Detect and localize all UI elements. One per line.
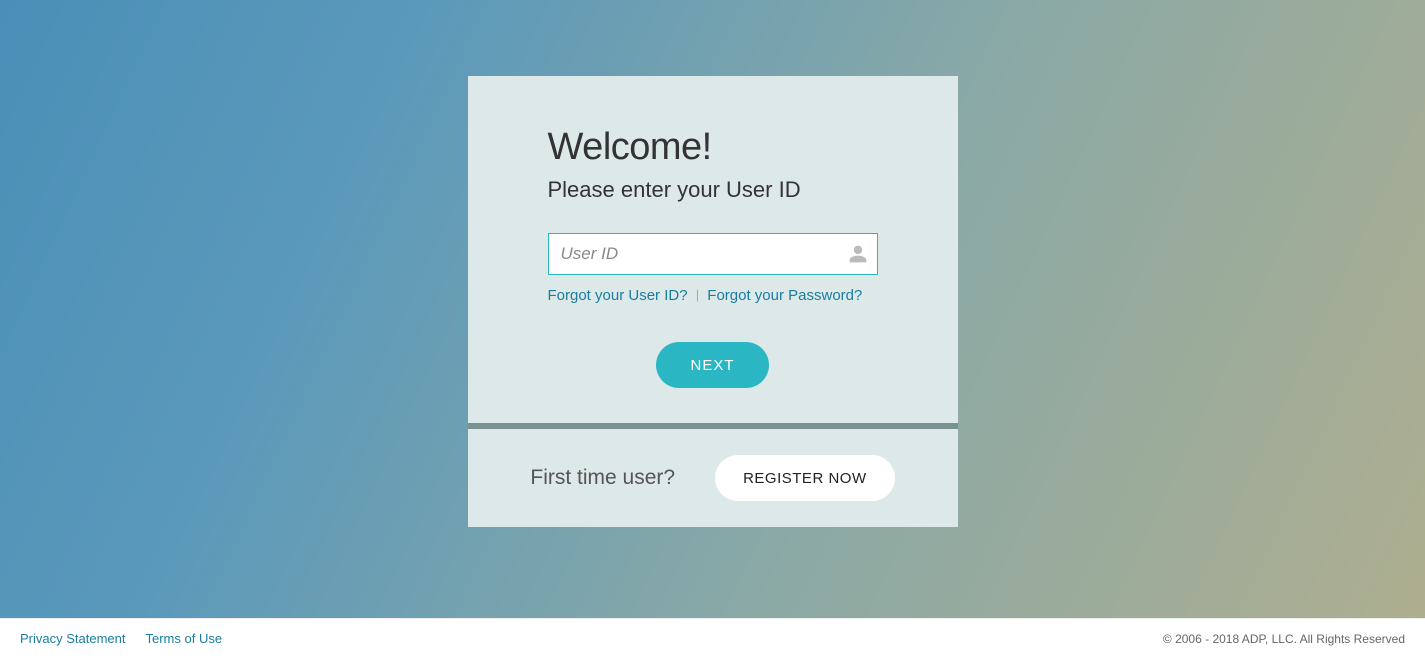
copyright-text: © 2006 - 2018 ADP, LLC. All Rights Reser… [1163, 632, 1405, 646]
forgot-links-row: Forgot your User ID? | Forgot your Passw… [548, 287, 878, 304]
login-container: Welcome! Please enter your User ID Forgo… [468, 76, 958, 527]
register-now-button[interactable]: REGISTER NOW [715, 455, 895, 501]
first-time-user-label: First time user? [530, 466, 675, 490]
register-card: First time user? REGISTER NOW [468, 429, 958, 527]
terms-of-use-link[interactable]: Terms of Use [146, 631, 223, 646]
user-id-input[interactable] [548, 233, 878, 275]
next-button-row: NEXT [548, 342, 878, 388]
forgot-user-id-link[interactable]: Forgot your User ID? [548, 287, 688, 304]
next-button[interactable]: NEXT [656, 342, 768, 388]
welcome-title: Welcome! [548, 126, 878, 169]
user-icon [848, 244, 868, 264]
user-id-input-wrapper [548, 233, 878, 275]
footer-links: Privacy Statement Terms of Use [20, 631, 222, 646]
welcome-subtitle: Please enter your User ID [548, 177, 878, 203]
forgot-password-link[interactable]: Forgot your Password? [707, 287, 862, 304]
footer: Privacy Statement Terms of Use © 2006 - … [0, 618, 1425, 658]
login-card: Welcome! Please enter your User ID Forgo… [468, 76, 958, 423]
link-divider: | [696, 287, 699, 302]
main-background: Welcome! Please enter your User ID Forgo… [0, 0, 1425, 618]
privacy-statement-link[interactable]: Privacy Statement [20, 631, 126, 646]
